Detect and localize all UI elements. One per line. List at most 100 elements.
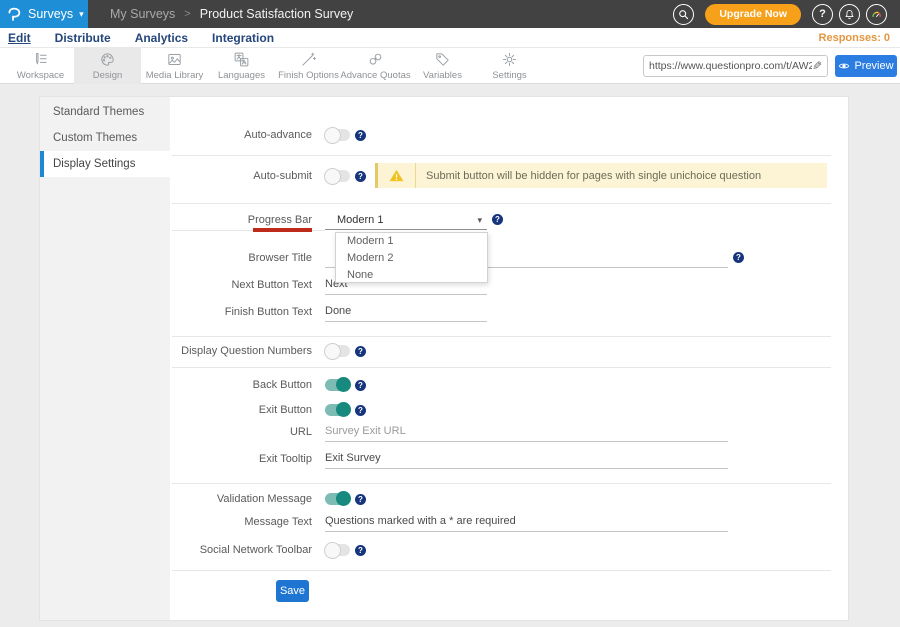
toolbar-item-variables[interactable]: Variables (409, 48, 476, 84)
finish-wand-icon (300, 51, 317, 68)
dropdown-option-none[interactable]: None (336, 267, 487, 284)
auto-advance-row: Auto-advance (170, 126, 366, 144)
top-header: Surveys ▾ My Surveys > Product Satisfact… (0, 0, 900, 28)
auto-advance-help-icon[interactable] (355, 130, 366, 141)
validation-message-row: Validation Message (170, 490, 366, 508)
auto-submit-warning: Submit button will be hidden for pages w… (375, 163, 827, 188)
display-settings-panel: Standard Themes Custom Themes Display Se… (40, 97, 848, 620)
validation-message-help-icon[interactable] (355, 494, 366, 505)
toolbar-item-languages[interactable]: Languages (208, 48, 275, 84)
auto-advance-label: Auto-advance (170, 129, 312, 141)
progress-bar-label: Progress Bar (170, 214, 312, 226)
red-annotation-underline (253, 228, 312, 232)
responses-counter[interactable]: Responses: 0 (819, 32, 900, 44)
finish-button-text-label: Finish Button Text (170, 306, 312, 318)
toolbar-item-media-library[interactable]: Media Library (141, 48, 208, 84)
sidebar-item-display-settings[interactable]: Display Settings (40, 151, 170, 177)
progress-bar-select[interactable]: Modern 1 ▾ (325, 209, 487, 230)
languages-translate-icon (233, 51, 250, 68)
sidebar-item-custom-themes[interactable]: Custom Themes (40, 125, 170, 151)
usage-meter-icon[interactable] (866, 4, 887, 25)
breadcrumb-parent[interactable]: My Surveys (110, 7, 175, 21)
exit-button-help-icon[interactable] (355, 405, 366, 416)
exit-tooltip-input[interactable]: Exit Survey (325, 448, 728, 469)
section-divider (172, 155, 831, 156)
toolbar-item-label: Design (93, 70, 123, 81)
survey-nav: Edit Distribute Analytics Integration Re… (0, 28, 900, 48)
section-divider (172, 336, 831, 337)
media-image-icon (166, 51, 183, 68)
dropdown-option-modern-1[interactable]: Modern 1 (336, 233, 487, 250)
auto-submit-toggle[interactable] (325, 170, 350, 182)
variables-tag-icon (434, 51, 451, 68)
section-divider (172, 483, 831, 484)
display-settings-form: Auto-advance Auto-submit Submit button w… (170, 97, 848, 620)
display-question-numbers-label: Display Question Numbers (170, 345, 312, 357)
breadcrumb-separator: > (184, 8, 190, 20)
section-divider (172, 367, 831, 368)
validation-message-toggle[interactable] (325, 493, 350, 505)
progress-bar-dropdown: Modern 1 Modern 2 None (335, 232, 488, 283)
auto-advance-toggle[interactable] (325, 129, 350, 141)
back-button-label: Back Button (170, 379, 312, 391)
message-text-input[interactable]: Questions marked with a * are required (325, 511, 728, 532)
app-logo-menu[interactable]: Surveys ▾ (0, 0, 88, 28)
nav-tab-distribute[interactable]: Distribute (55, 31, 111, 45)
page-title: Product Satisfaction Survey (200, 7, 354, 21)
toolbar-item-finish-options[interactable]: Finish Options (275, 48, 342, 84)
exit-tooltip-row: Exit Tooltip Exit Survey (170, 448, 728, 469)
toolbar-item-workspace[interactable]: Workspace (7, 48, 74, 84)
warning-text: Submit button will be hidden for pages w… (426, 170, 761, 182)
toolbar-item-settings[interactable]: Settings (476, 48, 543, 84)
notifications-bell-icon[interactable] (839, 4, 860, 25)
responses-count: 0 (884, 32, 890, 44)
breadcrumb: My Surveys > Product Satisfaction Survey (110, 7, 353, 21)
progress-bar-selected-value: Modern 1 (337, 214, 383, 226)
social-network-toolbar-toggle[interactable] (325, 544, 350, 556)
toolbar-item-advance-quotas[interactable]: Advance Quotas (342, 48, 409, 84)
toolbar-right: ✎ Preview (643, 55, 897, 77)
back-button-help-icon[interactable] (355, 380, 366, 391)
display-question-numbers-toggle[interactable] (325, 345, 350, 357)
preview-button[interactable]: Preview (835, 55, 897, 77)
finish-button-text-input[interactable]: Done (325, 301, 487, 322)
save-button[interactable]: Save (276, 580, 309, 602)
header-actions: Upgrade Now ? (673, 4, 900, 25)
display-question-numbers-help-icon[interactable] (355, 346, 366, 357)
help-icon[interactable]: ? (812, 4, 833, 25)
toolbar-item-label: Languages (218, 70, 265, 81)
upgrade-button[interactable]: Upgrade Now (705, 4, 801, 25)
chevron-down-icon: ▾ (79, 9, 84, 20)
auto-submit-label: Auto-submit (170, 170, 312, 182)
exit-url-input[interactable]: Survey Exit URL (325, 421, 728, 442)
exit-button-toggle[interactable] (325, 404, 350, 416)
warning-separator (415, 163, 416, 188)
survey-url-input[interactable] (649, 60, 812, 72)
social-network-toolbar-help-icon[interactable] (355, 545, 366, 556)
exit-url-row: URL Survey Exit URL (170, 421, 728, 442)
nav-tab-analytics[interactable]: Analytics (135, 31, 188, 45)
toolbar-item-design[interactable]: Design (74, 48, 141, 84)
exit-tooltip-label: Exit Tooltip (170, 453, 312, 465)
progress-bar-row: Progress Bar Modern 1 ▾ (170, 209, 503, 230)
exit-button-row: Exit Button (170, 401, 366, 419)
back-button-row: Back Button (170, 376, 366, 394)
quotas-chain-icon (367, 51, 384, 68)
dropdown-option-modern-2[interactable]: Modern 2 (336, 250, 487, 267)
edit-url-pencil-icon[interactable]: ✎ (812, 59, 822, 73)
settings-gear-icon (501, 51, 518, 68)
toolbar-item-label: Variables (423, 70, 462, 81)
workspace-list-icon (32, 51, 49, 68)
nav-tab-integration[interactable]: Integration (212, 31, 274, 45)
auto-submit-help-icon[interactable] (355, 171, 366, 182)
search-icon[interactable] (673, 4, 694, 25)
eye-icon (838, 60, 850, 72)
sidebar-item-standard-themes[interactable]: Standard Themes (40, 99, 170, 125)
message-text-row: Message Text Questions marked with a * a… (170, 511, 728, 532)
toolbar-item-label: Finish Options (278, 70, 339, 81)
back-button-toggle[interactable] (325, 379, 350, 391)
section-divider (172, 570, 831, 571)
browser-title-help-icon[interactable] (733, 252, 744, 263)
progress-bar-help-icon[interactable] (492, 214, 503, 225)
nav-tab-edit[interactable]: Edit (8, 31, 31, 45)
